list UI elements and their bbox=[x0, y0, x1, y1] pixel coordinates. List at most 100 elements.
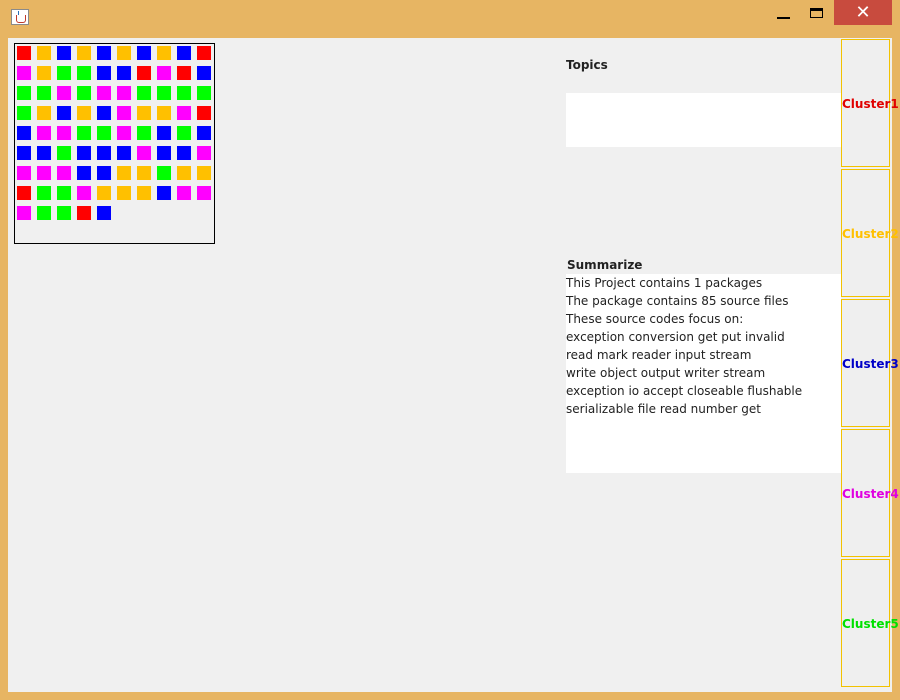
summary-line: These source codes focus on: bbox=[566, 312, 744, 326]
minimize-button[interactable] bbox=[770, 0, 798, 26]
grid-cell bbox=[17, 66, 31, 80]
grid-cell bbox=[57, 186, 71, 200]
grid-cell bbox=[97, 66, 111, 80]
grid-cell bbox=[37, 106, 51, 120]
grid-cell bbox=[97, 166, 111, 180]
minimize-icon bbox=[777, 17, 790, 19]
grid-cell bbox=[17, 166, 31, 180]
grid-cell bbox=[157, 106, 171, 120]
grid-cell bbox=[197, 146, 211, 160]
grid-cell bbox=[37, 186, 51, 200]
grid-cell bbox=[137, 106, 151, 120]
grid-cell bbox=[197, 166, 211, 180]
grid-cell bbox=[57, 166, 71, 180]
main-content: Topics Summarize This Project contains 1… bbox=[8, 38, 899, 692]
grid-cell bbox=[77, 46, 91, 60]
grid-cell bbox=[117, 186, 131, 200]
grid-cell bbox=[157, 86, 171, 100]
grid-cell bbox=[37, 46, 51, 60]
grid-cell bbox=[177, 146, 191, 160]
grid-cell bbox=[137, 46, 151, 60]
topics-text-area[interactable] bbox=[566, 93, 841, 147]
grid-cell bbox=[117, 146, 131, 160]
grid-cell bbox=[37, 206, 51, 220]
grid-cell bbox=[57, 66, 71, 80]
summary-line: write object output writer stream bbox=[566, 366, 766, 380]
grid-cell bbox=[157, 186, 171, 200]
grid-cell bbox=[17, 126, 31, 140]
summary-line: exception conversion get put invalid bbox=[566, 330, 785, 344]
grid-cell bbox=[17, 46, 31, 60]
grid-cell bbox=[57, 206, 71, 220]
grid-cell bbox=[137, 186, 151, 200]
cluster-button-4[interactable]: Cluster4 bbox=[841, 429, 899, 557]
maximize-button[interactable] bbox=[802, 0, 830, 26]
summary-text-area[interactable]: This Project contains 1 packages The pack… bbox=[566, 274, 841, 473]
summary-line: exception io accept closeable flushable bbox=[566, 384, 803, 398]
cluster-button-5[interactable]: Cluster5 bbox=[841, 559, 899, 687]
cluster-buttons: Cluster1 Cluster2 Cluster3 Cluster4 Cluster5 bbox=[841, 39, 899, 688]
grid-cell bbox=[77, 206, 91, 220]
grid-cell bbox=[97, 106, 111, 120]
cluster-button-2[interactable]: Cluster2 bbox=[841, 169, 899, 297]
grid-cell bbox=[77, 166, 91, 180]
grid-cell bbox=[117, 66, 131, 80]
grid-cell bbox=[37, 146, 51, 160]
cluster-label: Cluster5 bbox=[842, 617, 899, 631]
file-color-grid bbox=[14, 43, 215, 244]
grid-cell bbox=[57, 46, 71, 60]
grid-cell bbox=[17, 106, 31, 120]
grid-cell bbox=[197, 106, 211, 120]
close-icon: ✕ bbox=[855, 2, 871, 23]
cluster-label: Cluster3 bbox=[842, 357, 899, 371]
grid-cell bbox=[17, 206, 31, 220]
grid-cell bbox=[157, 146, 171, 160]
summarize-label: Summarize bbox=[567, 258, 643, 272]
grid-cell bbox=[137, 166, 151, 180]
cluster-label: Cluster2 bbox=[842, 227, 899, 241]
cluster-button-1[interactable]: Cluster1 bbox=[841, 39, 899, 167]
close-button[interactable]: ✕ bbox=[834, 0, 892, 25]
grid-cell bbox=[77, 66, 91, 80]
title-bar[interactable]: ✕ bbox=[0, 0, 900, 32]
grid-cell bbox=[97, 206, 111, 220]
grid-cell bbox=[77, 86, 91, 100]
grid-cell bbox=[97, 186, 111, 200]
grid-cell bbox=[37, 86, 51, 100]
grid-cell bbox=[117, 126, 131, 140]
cluster-button-3[interactable]: Cluster3 bbox=[841, 299, 899, 427]
grid-cell bbox=[177, 166, 191, 180]
grid-cell bbox=[77, 106, 91, 120]
grid-cell bbox=[197, 126, 211, 140]
app-window: ✕ Topics Summarize This Project contains… bbox=[0, 0, 900, 700]
grid-cell bbox=[197, 66, 211, 80]
grid-cell bbox=[57, 146, 71, 160]
grid-cell bbox=[37, 166, 51, 180]
grid-cell bbox=[157, 46, 171, 60]
grid-cell bbox=[97, 126, 111, 140]
grid-cell bbox=[137, 146, 151, 160]
grid-cell bbox=[177, 186, 191, 200]
grid-cell bbox=[157, 166, 171, 180]
grid-cell bbox=[117, 46, 131, 60]
grid-cell bbox=[137, 86, 151, 100]
grid-cell bbox=[17, 146, 31, 160]
grid-cell bbox=[77, 146, 91, 160]
cluster-label: Cluster1 bbox=[842, 97, 899, 111]
grid-cell bbox=[97, 146, 111, 160]
grid-cell bbox=[117, 166, 131, 180]
grid-cell bbox=[117, 106, 131, 120]
cluster-label: Cluster4 bbox=[842, 487, 899, 501]
grid-cell bbox=[117, 86, 131, 100]
grid-cell bbox=[17, 86, 31, 100]
java-cup-icon[interactable] bbox=[11, 9, 29, 25]
grid-cell bbox=[17, 186, 31, 200]
grid-cell bbox=[77, 186, 91, 200]
grid-cell bbox=[37, 66, 51, 80]
grid-cell bbox=[177, 106, 191, 120]
grid-cell bbox=[177, 126, 191, 140]
grid-cell bbox=[57, 86, 71, 100]
summary-line: read mark reader input stream bbox=[566, 348, 752, 362]
grid-cell bbox=[97, 86, 111, 100]
grid-cell bbox=[157, 66, 171, 80]
